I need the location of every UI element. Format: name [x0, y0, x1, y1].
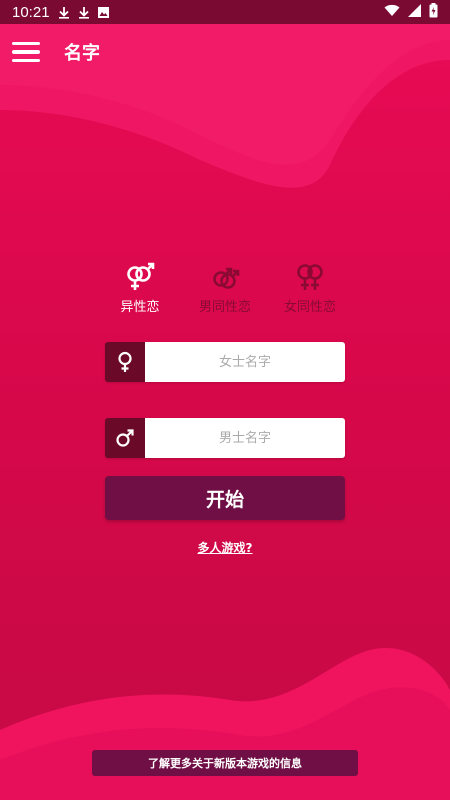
heterosexual-symbol-icon [127, 262, 155, 290]
menu-icon [12, 41, 40, 46]
info-banner-button[interactable]: 了解更多关于新版本游戏的信息 [92, 750, 358, 776]
signal-icon [408, 3, 421, 21]
app-title: 名字 [64, 43, 100, 64]
mode-label: 异性恋 [120, 300, 160, 315]
male-symbol-icon [105, 418, 145, 458]
multiplayer-link[interactable]: 多人游戏? [0, 539, 450, 556]
gay-symbol-icon [213, 267, 240, 289]
status-indicators [384, 2, 438, 22]
download-icon [58, 6, 70, 19]
female-name-row [105, 342, 345, 382]
image-notification-icon [97, 6, 109, 18]
battery-icon [429, 2, 438, 22]
mode-label: 女同性恋 [283, 300, 336, 315]
lesbian-symbol-icon [297, 264, 323, 290]
download-icon [78, 6, 90, 19]
wifi-icon [384, 3, 400, 21]
mode-lesbian[interactable]: 女同性恋 [265, 262, 355, 315]
start-button[interactable]: 开始 [105, 476, 345, 520]
male-name-input[interactable] [145, 418, 345, 458]
female-name-input[interactable] [145, 342, 345, 382]
app-bar: 名字 [0, 24, 450, 80]
female-symbol-icon [105, 342, 145, 382]
menu-button[interactable] [6, 32, 46, 72]
background-waves [0, 24, 450, 800]
mode-label: 男同性恋 [198, 300, 251, 315]
mode-heterosexual[interactable]: 异性恋 [95, 262, 185, 315]
app-screen: 10:21 名字 异性恋 男同性恋 女同性恋 女士名字 男士名字 开始 多人游戏… [0, 0, 450, 800]
status-time: 10:21 [12, 3, 50, 21]
male-name-row [105, 418, 345, 458]
status-bar: 10:21 [0, 0, 450, 24]
mode-gay[interactable]: 男同性恋 [180, 262, 270, 315]
